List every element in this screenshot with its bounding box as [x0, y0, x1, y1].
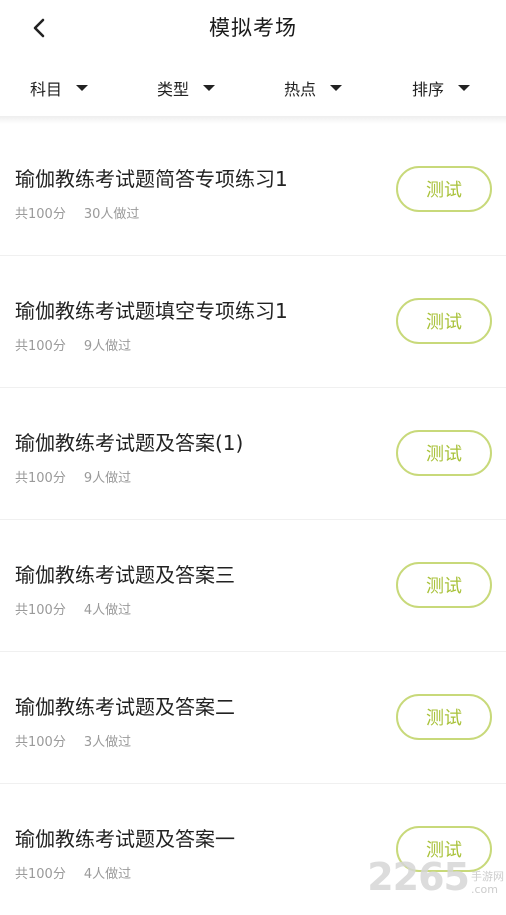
exam-title: 瑜伽教练考试题填空专项练习1 — [15, 299, 288, 323]
caret-down-icon — [330, 85, 343, 91]
header-bar: 模拟考场 — [0, 0, 506, 60]
exam-score: 共100分 — [15, 207, 66, 222]
exam-meta: 共100分 4人做过 — [15, 863, 131, 882]
exam-title: 瑜伽教练考试题及答案二 — [15, 695, 235, 719]
exam-list-item[interactable]: 瑜伽教练考试题简答专项练习1 共100分 30人做过 测试 — [0, 123, 506, 256]
exam-takers: 30人做过 — [83, 207, 140, 222]
test-button[interactable]: 测试 — [396, 166, 492, 212]
filter-label: 排序 — [412, 80, 445, 99]
watermark-site-top: 手游网 — [471, 869, 504, 883]
page-title: 模拟考场 — [209, 16, 297, 40]
exam-takers: 3人做过 — [83, 735, 132, 750]
caret-down-icon — [76, 85, 89, 91]
exam-score: 共100分 — [15, 735, 66, 750]
exam-list-item[interactable]: 瑜伽教练考试题及答案三 共100分 4人做过 测试 — [0, 519, 506, 652]
exam-list-item[interactable]: 瑜伽教练考试题填空专项练习1 共100分 9人做过 测试 — [0, 255, 506, 388]
filter-bar: 科目 类型 热点 排序 — [0, 60, 506, 114]
filter-hot[interactable]: 热点 — [284, 76, 343, 100]
exam-takers: 9人做过 — [83, 471, 132, 486]
filter-label: 科目 — [30, 80, 63, 99]
exam-list-item[interactable]: 瑜伽教练考试题及答案二 共100分 3人做过 测试 — [0, 651, 506, 784]
exam-meta: 共100分 30人做过 — [15, 203, 139, 222]
exam-title: 瑜伽教练考试题简答专项练习1 — [15, 167, 288, 191]
watermark-site-bottom: .com — [471, 882, 498, 896]
exam-score: 共100分 — [15, 471, 66, 486]
exam-score: 共100分 — [15, 603, 66, 618]
watermark-number: 2265 — [367, 855, 470, 899]
test-button[interactable]: 测试 — [396, 298, 492, 344]
exam-meta: 共100分 4人做过 — [15, 599, 131, 618]
test-button[interactable]: 测试 — [396, 694, 492, 740]
test-button[interactable]: 测试 — [396, 430, 492, 476]
exam-meta: 共100分 9人做过 — [15, 335, 131, 354]
filter-sort[interactable]: 排序 — [412, 76, 471, 100]
test-button[interactable]: 测试 — [396, 562, 492, 608]
filter-type[interactable]: 类型 — [157, 76, 216, 100]
caret-down-icon — [203, 85, 216, 91]
filter-label: 热点 — [284, 80, 317, 99]
exam-list-item[interactable]: 瑜伽教练考试题及答案(1) 共100分 9人做过 测试 — [0, 387, 506, 520]
exam-title: 瑜伽教练考试题及答案三 — [15, 563, 235, 587]
exam-title: 瑜伽教练考试题及答案(1) — [15, 431, 244, 455]
filter-subject[interactable]: 科目 — [30, 76, 89, 100]
exam-meta: 共100分 3人做过 — [15, 731, 131, 750]
exam-meta: 共100分 9人做过 — [15, 467, 131, 486]
exam-score: 共100分 — [15, 339, 66, 354]
exam-title: 瑜伽教练考试题及答案一 — [15, 827, 235, 851]
exam-score: 共100分 — [15, 867, 66, 882]
filter-label: 类型 — [157, 80, 190, 99]
caret-down-icon — [458, 85, 471, 91]
exam-takers: 9人做过 — [83, 339, 132, 354]
site-watermark: 2265 手游网 .com — [367, 858, 504, 896]
exam-takers: 4人做过 — [83, 603, 132, 618]
watermark-site: 手游网 .com — [471, 870, 504, 896]
exam-takers: 4人做过 — [83, 867, 132, 882]
